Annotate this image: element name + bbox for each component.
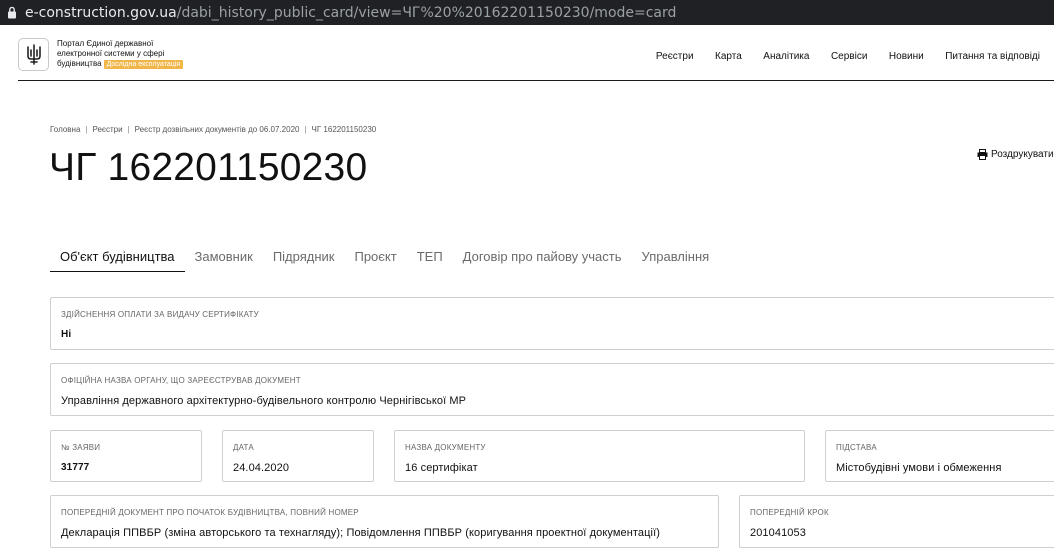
page-title: ЧГ 162201150230 (49, 146, 368, 189)
breadcrumb-current: ЧГ 162201150230 (311, 125, 377, 134)
lock-icon (5, 5, 19, 21)
field-value: Декларація ППВБР (зміна авторського та т… (61, 527, 661, 539)
field-value: Містобудівні умови і обмеження (836, 462, 1002, 474)
field-application-number: № заяви 31777 (50, 430, 202, 482)
field-label: Попередній крок (750, 508, 829, 517)
url-text[interactable]: e-construction.gov.ua/dabi_history_publi… (25, 5, 676, 21)
site-header: Портал Єдиної державної електронної сист… (18, 35, 1054, 81)
card-tabs: Об'єкт будівництва Замовник Підрядник Пр… (50, 240, 719, 272)
field-value: 31777 (61, 462, 90, 473)
tab-customer[interactable]: Замовник (185, 240, 263, 272)
print-label: Роздрукувати (991, 149, 1054, 160)
field-basis: Підстава Містобудівні умови і обмеження (825, 430, 1054, 482)
field-previous-step: Попередній крок 201041053 (739, 495, 1054, 548)
tab-tep[interactable]: ТЕП (407, 240, 453, 272)
main-nav: Реєстри Карта Аналітика Сервіси Новини П… (634, 51, 1040, 62)
field-document-name: Назва документу 16 сертифікат (394, 430, 805, 482)
tab-management[interactable]: Управління (632, 240, 720, 272)
field-value: 24.04.2020 (233, 462, 290, 474)
tab-contractor[interactable]: Підрядник (263, 240, 345, 272)
breadcrumb-registry[interactable]: Реєстр дозвільних документів до 06.07.20… (135, 125, 300, 134)
brand-line-3: будівництва (57, 59, 102, 68)
breadcrumb: Головна | Реєстри | Реєстр дозвільних докуме… (50, 125, 377, 134)
nav-analytics[interactable]: Аналітика (763, 51, 809, 62)
field-value: 201041053 (750, 527, 806, 539)
nav-map[interactable]: Карта (715, 51, 742, 62)
trident-logo-icon[interactable] (18, 38, 49, 71)
tab-share-agreement[interactable]: Договір про пайову участь (453, 240, 632, 272)
field-label: Попередній документ про початок будівниц… (61, 508, 359, 517)
field-value: Управління державного архітектурно-будів… (61, 395, 467, 407)
tab-project[interactable]: Проєкт (344, 240, 406, 272)
url-host: e-construction.gov.ua (25, 4, 177, 21)
tab-construction-object[interactable]: Об'єкт будівництва (50, 240, 185, 272)
field-label: Дата (233, 443, 254, 452)
field-date: Дата 24.04.2020 (222, 430, 374, 482)
print-button[interactable]: Роздрукувати (977, 149, 1054, 160)
brand-line-1: Портал Єдиної державної (57, 39, 154, 48)
field-label: № заяви (61, 443, 101, 452)
breadcrumb-registries[interactable]: Реєстри (92, 125, 122, 134)
browser-address-bar[interactable]: e-construction.gov.ua/dabi_history_publi… (0, 0, 1054, 25)
nav-faq[interactable]: Питання та відповіді (945, 51, 1040, 62)
url-path: /dabi_history_public_card/view=ЧГ%20%201… (176, 4, 677, 21)
field-label: Офіційна назва органу, що зареєстрував д… (61, 376, 301, 385)
printer-icon (977, 149, 988, 160)
brand-line-2: електронної системи у сфері (57, 49, 165, 58)
nav-registries[interactable]: Реєстри (656, 51, 694, 62)
nav-news[interactable]: Новини (889, 51, 924, 62)
nav-services[interactable]: Сервіси (831, 51, 867, 62)
field-label: Здійснення оплати за видачу сертифікату (61, 310, 259, 319)
field-value: 16 сертифікат (405, 462, 478, 474)
beta-badge: Дослідна експлуатація (103, 60, 184, 69)
portal-brand[interactable]: Портал Єдиної державної електронної сист… (57, 39, 184, 69)
field-organ: Офіційна назва органу, що зареєстрував д… (50, 363, 1054, 416)
field-previous-document: Попередній документ про початок будівниц… (50, 495, 719, 548)
field-payment: Здійснення оплати за видачу сертифікату … (50, 297, 1054, 350)
field-label: Назва документу (405, 443, 486, 452)
breadcrumb-home[interactable]: Головна (50, 125, 80, 134)
field-value: Ні (61, 329, 72, 340)
field-label: Підстава (836, 443, 877, 452)
